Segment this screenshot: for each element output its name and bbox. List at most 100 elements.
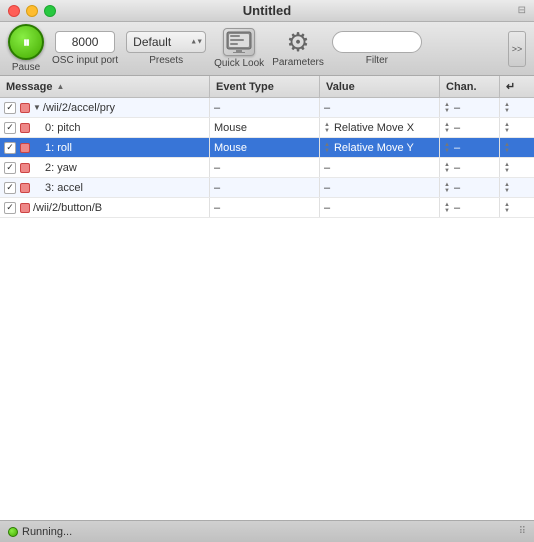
end-stepper[interactable]: ▲▼ <box>504 142 510 154</box>
filter-group: 🔍 Filter <box>332 31 422 66</box>
cell-chan: ▲▼– <box>440 138 500 157</box>
chan-text: – <box>454 162 460 174</box>
cell-value: – <box>320 158 440 177</box>
cell-chan: ▲▼– <box>440 158 500 177</box>
end-stepper[interactable]: ▲▼ <box>504 162 510 174</box>
end-stepper[interactable]: ▲▼ <box>504 202 510 214</box>
row-color-swatch <box>20 183 30 193</box>
pause-button[interactable]: ⏸ <box>8 24 44 60</box>
end-stepper[interactable]: ▲▼ <box>504 182 510 194</box>
row-checkbox[interactable] <box>4 102 16 114</box>
row-color-swatch <box>20 103 30 113</box>
row-color-swatch <box>20 163 30 173</box>
cell-value: ▲▼Relative Move Y <box>320 138 440 157</box>
quick-look-icon <box>223 28 255 56</box>
cell-event-type: Mouse <box>210 138 320 157</box>
cell-event-type: – <box>210 158 320 177</box>
window-title: Untitled <box>243 3 291 18</box>
cell-value: – <box>320 198 440 217</box>
search-input[interactable] <box>332 31 422 53</box>
value-text: – <box>324 162 330 174</box>
row-checkbox[interactable] <box>4 182 16 194</box>
cell-end: ▲▼ <box>500 198 520 217</box>
chan-stepper-down[interactable]: ▼ <box>444 208 450 214</box>
maximize-button[interactable] <box>44 5 56 17</box>
title-bar: Untitled ⊟ <box>0 0 534 22</box>
presets-group: Default Presets <box>126 31 206 66</box>
row-checkbox[interactable] <box>4 142 16 154</box>
th-message: Message ▲ <box>0 76 210 97</box>
gear-icon: ⚙ <box>286 29 309 55</box>
cell-chan: ▲▼– <box>440 98 500 117</box>
table-header: Message ▲ Event Type Value Chan. ↵ <box>0 76 534 98</box>
cell-chan: ▲▼– <box>440 178 500 197</box>
table-row[interactable]: 0: pitchMouse▲▼Relative Move X▲▼–▲▼ <box>0 118 534 138</box>
search-row: 🔍 <box>332 31 422 53</box>
table-row[interactable]: 2: yaw––▲▼–▲▼ <box>0 158 534 178</box>
tree-triangle[interactable]: ▼ <box>33 103 41 112</box>
th-value-label: Value <box>326 81 355 93</box>
value-text: – <box>324 202 330 214</box>
value-text: Relative Move X <box>334 122 414 134</box>
th-message-label: Message <box>6 81 52 93</box>
pause-icon: ⏸ <box>23 34 29 51</box>
cell-event-type: Mouse <box>210 118 320 137</box>
status-dot <box>8 527 18 537</box>
cell-message: /wii/2/button/B <box>0 198 210 217</box>
cell-message: ▼/wii/2/accel/pry <box>0 98 210 117</box>
row-checkbox[interactable] <box>4 162 16 174</box>
pause-group: ⏸ Pause <box>8 24 44 73</box>
resize-grip[interactable]: ⠿ <box>519 526 526 537</box>
preset-select-wrapper: Default <box>126 31 206 53</box>
end-stepper[interactable]: ▲▼ <box>504 102 510 114</box>
table-row[interactable]: ▼/wii/2/accel/pry––▲▼–▲▼ <box>0 98 534 118</box>
chan-text: – <box>454 122 460 134</box>
cell-message: 0: pitch <box>0 118 210 137</box>
th-end: ↵ <box>500 76 520 97</box>
resize-icon: ⊟ <box>518 5 526 16</box>
pause-label: Pause <box>12 62 40 73</box>
cell-end: ▲▼ <box>500 98 520 117</box>
message-text: 2: yaw <box>33 162 77 174</box>
overflow-button[interactable]: >> <box>508 31 526 67</box>
table-row[interactable]: 1: rollMouse▲▼Relative Move Y▲▼–▲▼ <box>0 138 534 158</box>
value-text: – <box>324 182 330 194</box>
stepper-down[interactable]: ▼ <box>324 128 330 134</box>
cell-event-type: – <box>210 178 320 197</box>
chan-stepper-down[interactable]: ▼ <box>444 148 450 154</box>
overflow-label: >> <box>512 44 523 54</box>
chan-stepper-down[interactable]: ▼ <box>444 168 450 174</box>
message-text: 0: pitch <box>33 122 80 134</box>
cell-end: ▲▼ <box>500 178 520 197</box>
row-color-swatch <box>20 203 30 213</box>
table-row[interactable]: /wii/2/button/B––▲▼–▲▼ <box>0 198 534 218</box>
th-chan: Chan. <box>440 76 500 97</box>
chan-text: – <box>454 202 460 214</box>
parameters-group[interactable]: ⚙ Parameters <box>272 29 324 68</box>
status-bar: Running... ⠿ <box>0 520 534 542</box>
sort-arrow: ▲ <box>56 82 64 91</box>
row-checkbox[interactable] <box>4 122 16 134</box>
value-text: Relative Move Y <box>334 142 414 154</box>
cell-message: 1: roll <box>0 138 210 157</box>
message-text: 1: roll <box>33 142 72 154</box>
close-button[interactable] <box>8 5 20 17</box>
preset-select[interactable]: Default <box>126 31 206 53</box>
osc-port-input[interactable] <box>55 31 115 53</box>
stepper-down[interactable]: ▼ <box>324 148 330 154</box>
row-checkbox[interactable] <box>4 202 16 214</box>
chan-stepper-down[interactable]: ▼ <box>444 108 450 114</box>
table-row[interactable]: 3: accel––▲▼–▲▼ <box>0 178 534 198</box>
chan-stepper-down[interactable]: ▼ <box>444 188 450 194</box>
value-text: – <box>324 102 330 114</box>
status-text: Running... <box>8 526 72 538</box>
minimize-button[interactable] <box>26 5 38 17</box>
quick-look-group[interactable]: Quick Look <box>214 28 264 69</box>
end-stepper[interactable]: ▲▼ <box>504 122 510 134</box>
chan-text: – <box>454 102 460 114</box>
osc-port-group: OSC input port <box>52 31 118 66</box>
main-content: ⏸ Pause OSC input port Default Presets <box>0 22 534 542</box>
cell-end: ▲▼ <box>500 138 520 157</box>
chan-stepper-down[interactable]: ▼ <box>444 128 450 134</box>
osc-port-label: OSC input port <box>52 55 118 66</box>
